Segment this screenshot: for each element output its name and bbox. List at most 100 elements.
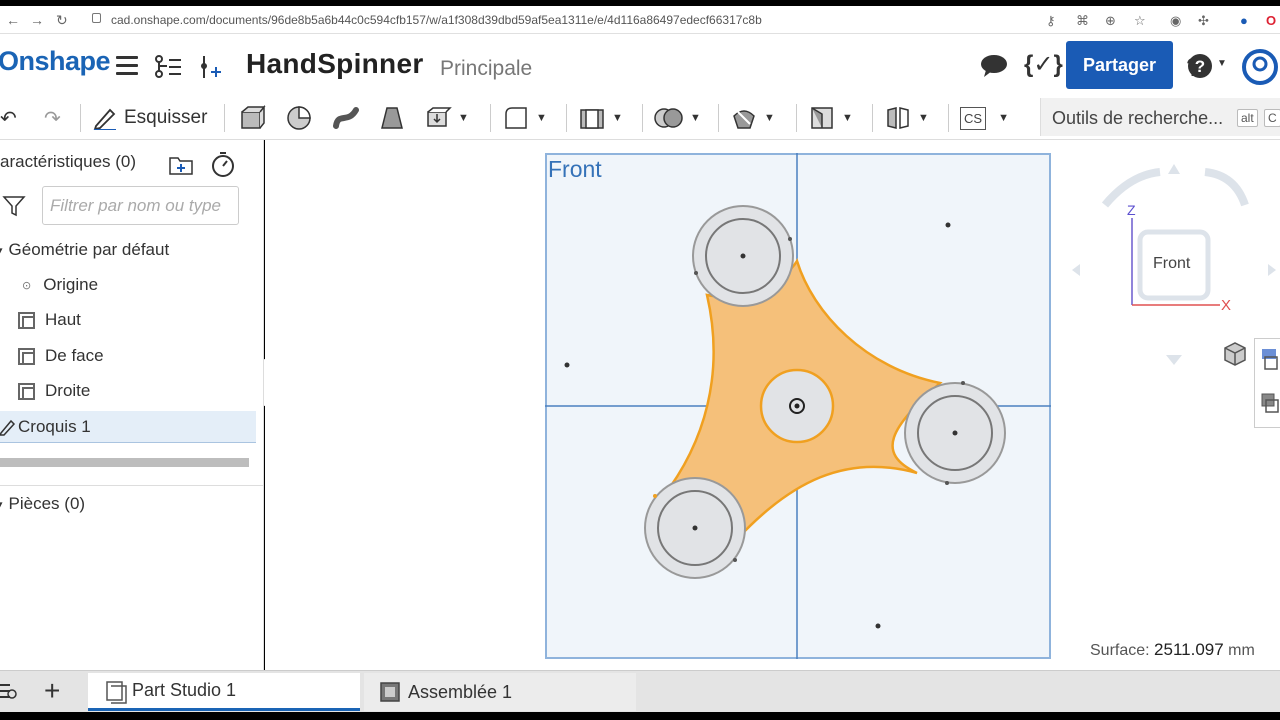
view-cube-face-label[interactable]: Front xyxy=(1153,255,1190,273)
chevron-down-icon[interactable]: ▼ xyxy=(690,112,701,124)
share-button[interactable]: Partager xyxy=(1066,41,1173,89)
tab-label: Assemblée 1 xyxy=(408,681,513,702)
puzzle-icon[interactable]: ✣ xyxy=(1198,13,1209,29)
tab-label: Part Studio 1 xyxy=(132,680,237,700)
plane-create-icon xyxy=(733,110,755,129)
tree-item-label: Origine xyxy=(43,275,99,294)
plane-view-tool[interactable]: ▼ xyxy=(808,104,853,132)
boolean-icon xyxy=(654,108,683,128)
tree-item-sketch-1[interactable]: Croquis 1 xyxy=(0,411,256,443)
cs-icon: CS xyxy=(960,106,987,130)
help-caret-icon[interactable]: ▼ xyxy=(1217,58,1227,69)
section-view-icon[interactable] xyxy=(1260,347,1280,371)
surface-value: 2511.097 xyxy=(1154,640,1224,659)
fillet-tool[interactable]: ▼ xyxy=(502,104,547,132)
chevron-down-icon[interactable]: ▼ xyxy=(998,112,1009,124)
redo-icon[interactable]: ↷ xyxy=(44,104,61,132)
opera-icon[interactable]: O xyxy=(1266,13,1276,28)
filter-input[interactable] xyxy=(43,187,238,224)
menu-icon[interactable] xyxy=(116,56,138,80)
variable-icon[interactable] xyxy=(198,54,224,80)
translate-icon[interactable]: ⌘ xyxy=(1076,13,1089,29)
thicken-tool[interactable]: ▼ xyxy=(424,104,469,132)
chevron-down-icon[interactable]: ▼ xyxy=(458,112,469,124)
default-geometry-group[interactable]: ▾ Géométrie par défaut xyxy=(0,234,256,266)
tab-list-icon[interactable] xyxy=(0,681,18,703)
document-title[interactable]: HandSpinner xyxy=(246,48,424,80)
plane-tool[interactable]: ▼ xyxy=(730,104,775,132)
chevron-down-icon[interactable]: ▾ xyxy=(0,498,3,511)
address-field[interactable]: cad.onshape.com/documents/96de8b5a6b44c0… xyxy=(111,13,762,27)
forward-icon[interactable]: → xyxy=(30,12,44,28)
tree-item-top-plane[interactable]: Haut xyxy=(0,304,256,336)
zoom-icon[interactable]: ⊕ xyxy=(1105,13,1116,29)
sweep-icon[interactable] xyxy=(332,104,360,132)
mirror-tool[interactable]: ▼ xyxy=(884,104,929,132)
surface-measurement: Surface: 2511.097 mm xyxy=(1090,640,1255,660)
user-avatar-icon[interactable] xyxy=(1242,49,1278,85)
undo-icon[interactable]: ↶ xyxy=(0,104,17,132)
plane-label: Front xyxy=(548,156,602,182)
sketch-feature-label: Croquis 1 xyxy=(18,416,91,436)
chevron-down-icon[interactable]: ▼ xyxy=(536,112,547,124)
tab-bar: + Part Studio 1 Assemblée 1 xyxy=(0,670,1280,712)
default-geometry-label: Géométrie par défaut xyxy=(8,240,170,259)
axis-x-label: X xyxy=(1221,297,1232,314)
origin-icon: ⊙ xyxy=(22,279,32,292)
branch-name[interactable]: Principale xyxy=(440,57,532,81)
tree-item-origin[interactable]: ⊙ Origine xyxy=(0,269,256,301)
feature-list-panel: aractéristiques (0) ▾ Géométrie par défa… xyxy=(0,140,264,670)
comment-icon[interactable] xyxy=(980,54,1008,78)
handspinner-sketch[interactable] xyxy=(545,153,1051,659)
stopwatch-icon[interactable] xyxy=(210,151,236,179)
mirror-icon xyxy=(887,107,909,129)
tree-item-front-plane[interactable]: De face xyxy=(0,340,256,372)
loft-icon[interactable] xyxy=(378,104,406,132)
search-tools-button[interactable]: Outils de recherche... alt C xyxy=(1040,98,1280,136)
bookmark-star-icon[interactable]: ☆ xyxy=(1134,13,1146,29)
view-mode-cube-icon[interactable] xyxy=(1221,340,1249,368)
render-mode-icon[interactable] xyxy=(1260,392,1280,416)
fillet-icon xyxy=(505,107,527,129)
shell-tool[interactable]: ▼ xyxy=(578,104,623,132)
pencil-icon xyxy=(93,108,116,130)
plane-icon xyxy=(18,311,35,329)
chevron-down-icon[interactable]: ▼ xyxy=(612,112,623,124)
key-icon[interactable]: ⚷ xyxy=(1046,13,1056,29)
extension-icon[interactable]: ◉ xyxy=(1170,13,1181,29)
filter-field[interactable] xyxy=(42,186,239,225)
feature-list-icon[interactable] xyxy=(153,54,183,80)
onshape-logo[interactable]: Onshape xyxy=(0,46,111,77)
surface-label: Surface: xyxy=(1090,642,1150,659)
plane-view-icon xyxy=(811,107,833,129)
extrude-icon[interactable] xyxy=(238,104,266,132)
tree-item-right-plane[interactable]: Droite xyxy=(0,375,256,407)
boolean-tool[interactable]: ▼ xyxy=(654,104,701,132)
tab-part-studio-1[interactable]: Part Studio 1 xyxy=(88,673,360,711)
add-folder-icon[interactable] xyxy=(168,152,196,178)
parts-group[interactable]: ▾ Pièces (0) xyxy=(0,488,256,520)
browser-url-bar: ← → ↻ cad.onshape.com/documents/96de8b5a… xyxy=(0,6,1280,34)
tree-item-label: Droite xyxy=(45,381,91,400)
app-header: Onshape HandSpinner Principale {✓} Parta… xyxy=(0,34,1280,96)
chevron-down-icon[interactable]: ▾ xyxy=(0,244,3,257)
axis-z-label: Z xyxy=(1127,202,1136,218)
plane-icon xyxy=(18,382,35,400)
rollback-bar[interactable] xyxy=(0,458,249,467)
help-circle-icon[interactable]: ? xyxy=(1187,53,1215,81)
add-tab-icon[interactable]: + xyxy=(44,675,60,707)
chevron-down-icon[interactable]: ▼ xyxy=(842,112,853,124)
chevron-down-icon[interactable]: ▼ xyxy=(764,112,775,124)
filter-icon[interactable] xyxy=(2,195,26,217)
revolve-icon[interactable] xyxy=(285,104,313,132)
parts-label: Pièces (0) xyxy=(8,494,86,513)
sketch-button[interactable]: Esquisser xyxy=(92,104,207,132)
mate-connector-tool[interactable]: CS ▼ xyxy=(960,104,1009,132)
back-icon[interactable]: ← xyxy=(6,12,20,28)
reload-icon[interactable]: ↻ xyxy=(56,12,68,29)
search-tools-label: Outils de recherche... xyxy=(1052,108,1224,128)
tab-assembly-1[interactable]: Assemblée 1 xyxy=(364,673,636,711)
chevron-down-icon[interactable]: ▼ xyxy=(918,112,929,124)
profile-badge-icon[interactable]: ● xyxy=(1240,13,1248,28)
variables-brace-icon[interactable]: {✓} xyxy=(1024,50,1063,79)
